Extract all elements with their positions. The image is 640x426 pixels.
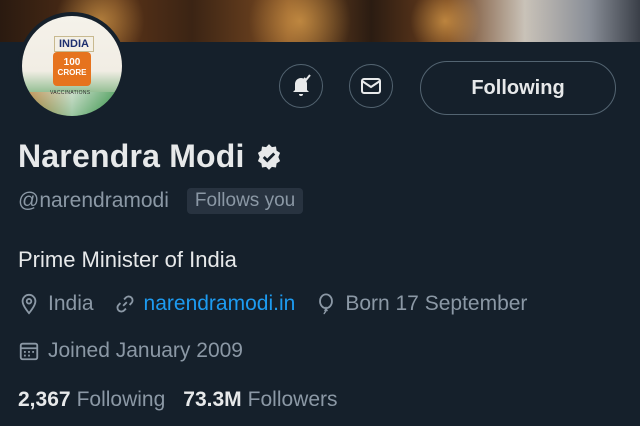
followers-count: 73.3M	[183, 388, 242, 411]
location-item: India	[18, 292, 94, 316]
display-name-row: Narendra Modi	[18, 138, 283, 175]
followers-stat[interactable]: 73.3M Followers	[183, 388, 337, 412]
profile-meta-row: India narendramodi.in Born 17 September	[18, 292, 547, 316]
username-handle: @narendramodi	[18, 189, 169, 212]
avatar-badge-number: 100	[63, 57, 81, 68]
website-link[interactable]: narendramodi.in	[144, 292, 296, 316]
location-text: India	[48, 292, 94, 315]
following-count: 2,367	[18, 388, 71, 411]
website-item[interactable]: narendramodi.in	[114, 292, 296, 316]
avatar-sub-text: VACCINATIONS	[50, 90, 91, 96]
link-icon	[116, 295, 134, 313]
following-stat[interactable]: 2,367 Following	[18, 388, 165, 412]
avatar[interactable]: INDIA 100 CRORE VACCINATIONS	[18, 12, 126, 120]
balloon-icon	[319, 293, 334, 315]
follows-you-badge: Follows you	[186, 188, 304, 214]
notifications-button[interactable]	[279, 64, 323, 108]
follow-stats: 2,367 Following 73.3M Followers	[18, 388, 356, 412]
bell-icon	[293, 74, 311, 96]
verified-badge-icon[interactable]	[255, 143, 283, 171]
location-pin-icon	[21, 293, 37, 315]
avatar-india-text: INDIA	[54, 36, 94, 52]
birthday-item: Born 17 September	[315, 292, 527, 316]
mail-icon	[361, 78, 381, 94]
following-label: Following	[76, 388, 166, 411]
handle-row: @narendramodi Follows you	[18, 188, 304, 214]
followers-label: Followers	[247, 388, 338, 411]
avatar-badge: 100 CRORE	[53, 52, 91, 86]
calendar-icon	[19, 342, 39, 361]
display-name: Narendra Modi	[18, 138, 245, 174]
joined-row: Joined January 2009	[18, 339, 243, 363]
birthday-text: Born 17 September	[345, 292, 528, 315]
joined-text: Joined January 2009	[48, 339, 243, 362]
following-button[interactable]: Following	[420, 61, 616, 115]
avatar-badge-text: CRORE	[57, 68, 87, 77]
message-button[interactable]	[349, 64, 393, 108]
profile-bio: Prime Minister of India	[18, 247, 237, 272]
avatar-image: INDIA 100 CRORE VACCINATIONS	[22, 16, 122, 116]
